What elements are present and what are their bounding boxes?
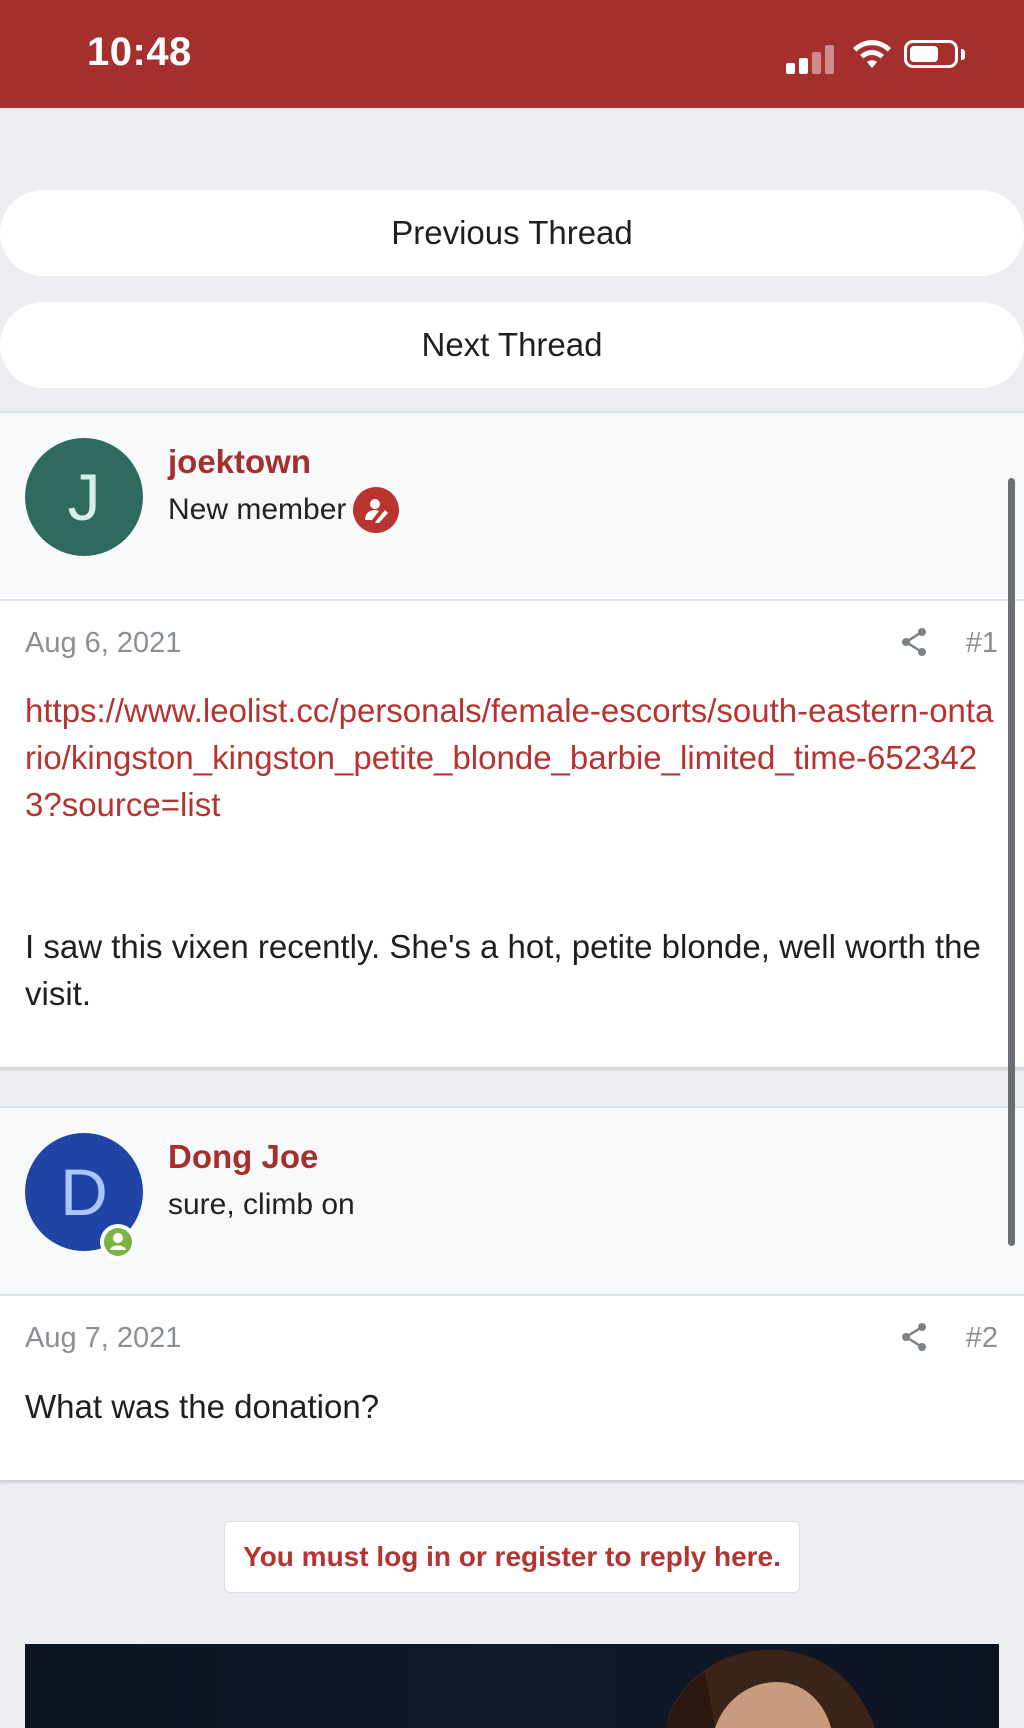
post-body: Aug 6, 2021 #1 https://www.leolist.cc/pe… bbox=[0, 601, 1024, 1067]
signal-icon bbox=[786, 42, 836, 74]
status-icons bbox=[786, 38, 972, 74]
post-number[interactable]: #2 bbox=[966, 1322, 998, 1355]
post-author-block: J joektown New member bbox=[0, 411, 1024, 601]
ad-image-figure bbox=[665, 1649, 875, 1728]
ad-image[interactable] bbox=[25, 1644, 999, 1728]
avatar[interactable]: J bbox=[25, 438, 143, 556]
post-body: Aug 7, 2021 #2 What was the donation? bbox=[0, 1296, 1024, 1480]
post-link[interactable]: https://www.leolist.cc/personals/female-… bbox=[25, 687, 1000, 828]
post-number[interactable]: #1 bbox=[966, 627, 998, 660]
online-status-icon bbox=[100, 1224, 136, 1260]
login-register-button[interactable]: You must log in or register to reply her… bbox=[224, 1521, 800, 1593]
share-icon[interactable] bbox=[900, 1322, 928, 1352]
wifi-icon bbox=[853, 40, 891, 68]
author-name[interactable]: joektown bbox=[168, 443, 311, 481]
share-icon[interactable] bbox=[900, 627, 928, 657]
post-date[interactable]: Aug 6, 2021 bbox=[25, 627, 181, 660]
post-text: What was the donation? bbox=[25, 1388, 380, 1425]
author-title: sure, climb on bbox=[168, 1188, 355, 1221]
post-text: I saw this vixen recently. She's a hot, … bbox=[25, 928, 981, 1012]
member-badge-icon bbox=[353, 487, 399, 533]
status-bar: 10:48 bbox=[0, 0, 1024, 108]
battery-icon bbox=[904, 40, 965, 70]
previous-thread-button[interactable]: Previous Thread bbox=[0, 190, 1024, 276]
post-date[interactable]: Aug 7, 2021 bbox=[25, 1322, 181, 1355]
status-time: 10:48 bbox=[87, 30, 192, 74]
next-thread-button[interactable]: Next Thread bbox=[0, 302, 1024, 388]
scrollbar[interactable] bbox=[1008, 478, 1015, 1246]
author-title: New member bbox=[168, 493, 347, 526]
author-name[interactable]: Dong Joe bbox=[168, 1138, 318, 1176]
post-author-block: D Dong Joe sure, climb on bbox=[0, 1106, 1024, 1296]
